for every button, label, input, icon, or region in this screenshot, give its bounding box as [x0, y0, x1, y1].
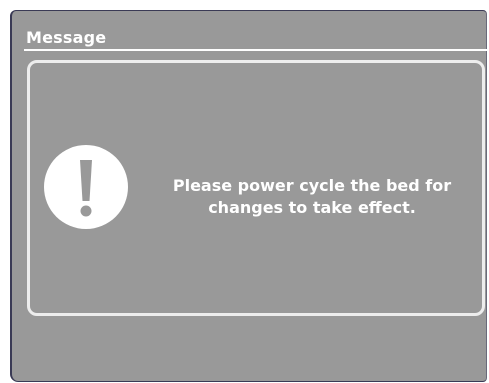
dialog-message: Please power cycle the bed for changes t… [140, 175, 484, 219]
message-line-1: Please power cycle the bed for [172, 176, 452, 195]
message-dialog: Message Please power cycle the bed for c… [10, 10, 489, 382]
dialog-title: Message [26, 28, 107, 47]
exclamation-circle-icon [44, 145, 128, 229]
message-line-2: changes to take effect. [208, 198, 416, 217]
title-divider [24, 49, 489, 51]
